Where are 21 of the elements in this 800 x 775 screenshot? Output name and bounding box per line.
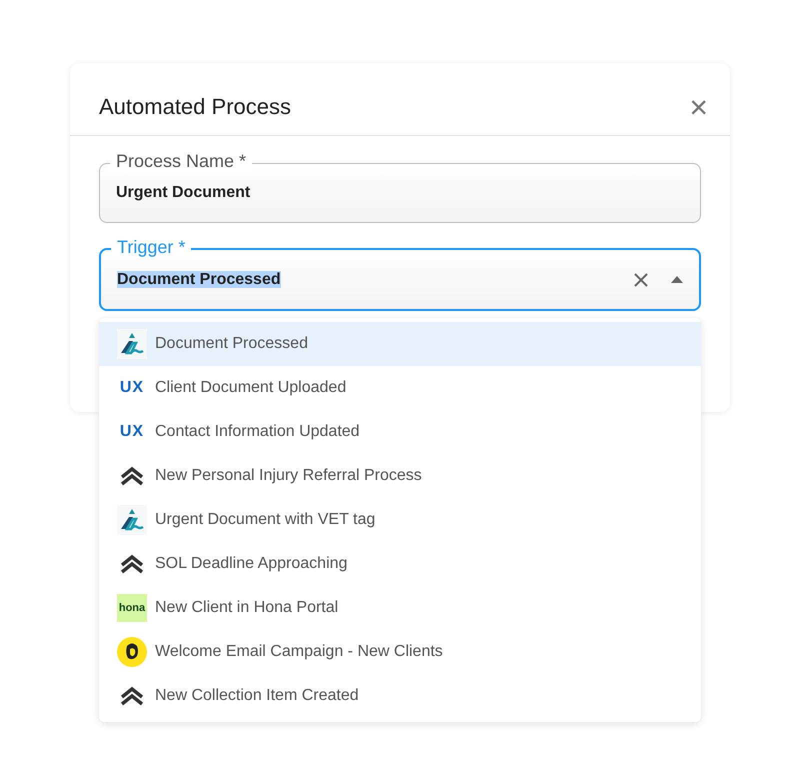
menu-option[interactable]: New Personal Injury Referral Process (99, 454, 701, 498)
peak-logo-icon (117, 505, 147, 535)
menu-option[interactable]: UX Contact Information Updated (99, 410, 701, 454)
dialog-title: Automated Process (99, 94, 291, 120)
menu-option[interactable]: UX Client Document Uploaded (99, 366, 701, 410)
menu-option[interactable]: hona New Client in Hona Portal (99, 586, 701, 630)
menu-option[interactable]: Document Processed (99, 322, 701, 366)
ux-logo-icon: UX (117, 417, 147, 447)
menu-option[interactable]: SOL Deadline Approaching (99, 542, 701, 586)
ux-logo-icon: UX (117, 373, 147, 403)
clear-icon[interactable] (633, 272, 649, 288)
menu-option[interactable]: Welcome Email Campaign - New Clients (99, 630, 701, 674)
menu-option[interactable]: Urgent Document with VET tag (99, 498, 701, 542)
caret-up-icon[interactable] (671, 276, 683, 283)
field-label: Trigger * (111, 237, 192, 258)
hona-logo-icon: hona (117, 594, 147, 622)
field-value: Document Processed (117, 270, 282, 288)
close-button[interactable]: × (683, 91, 714, 123)
menu-option[interactable]: New Collection Item Created (99, 674, 701, 718)
field-value: Urgent Document (116, 184, 252, 202)
peak-logo-icon (117, 329, 147, 359)
